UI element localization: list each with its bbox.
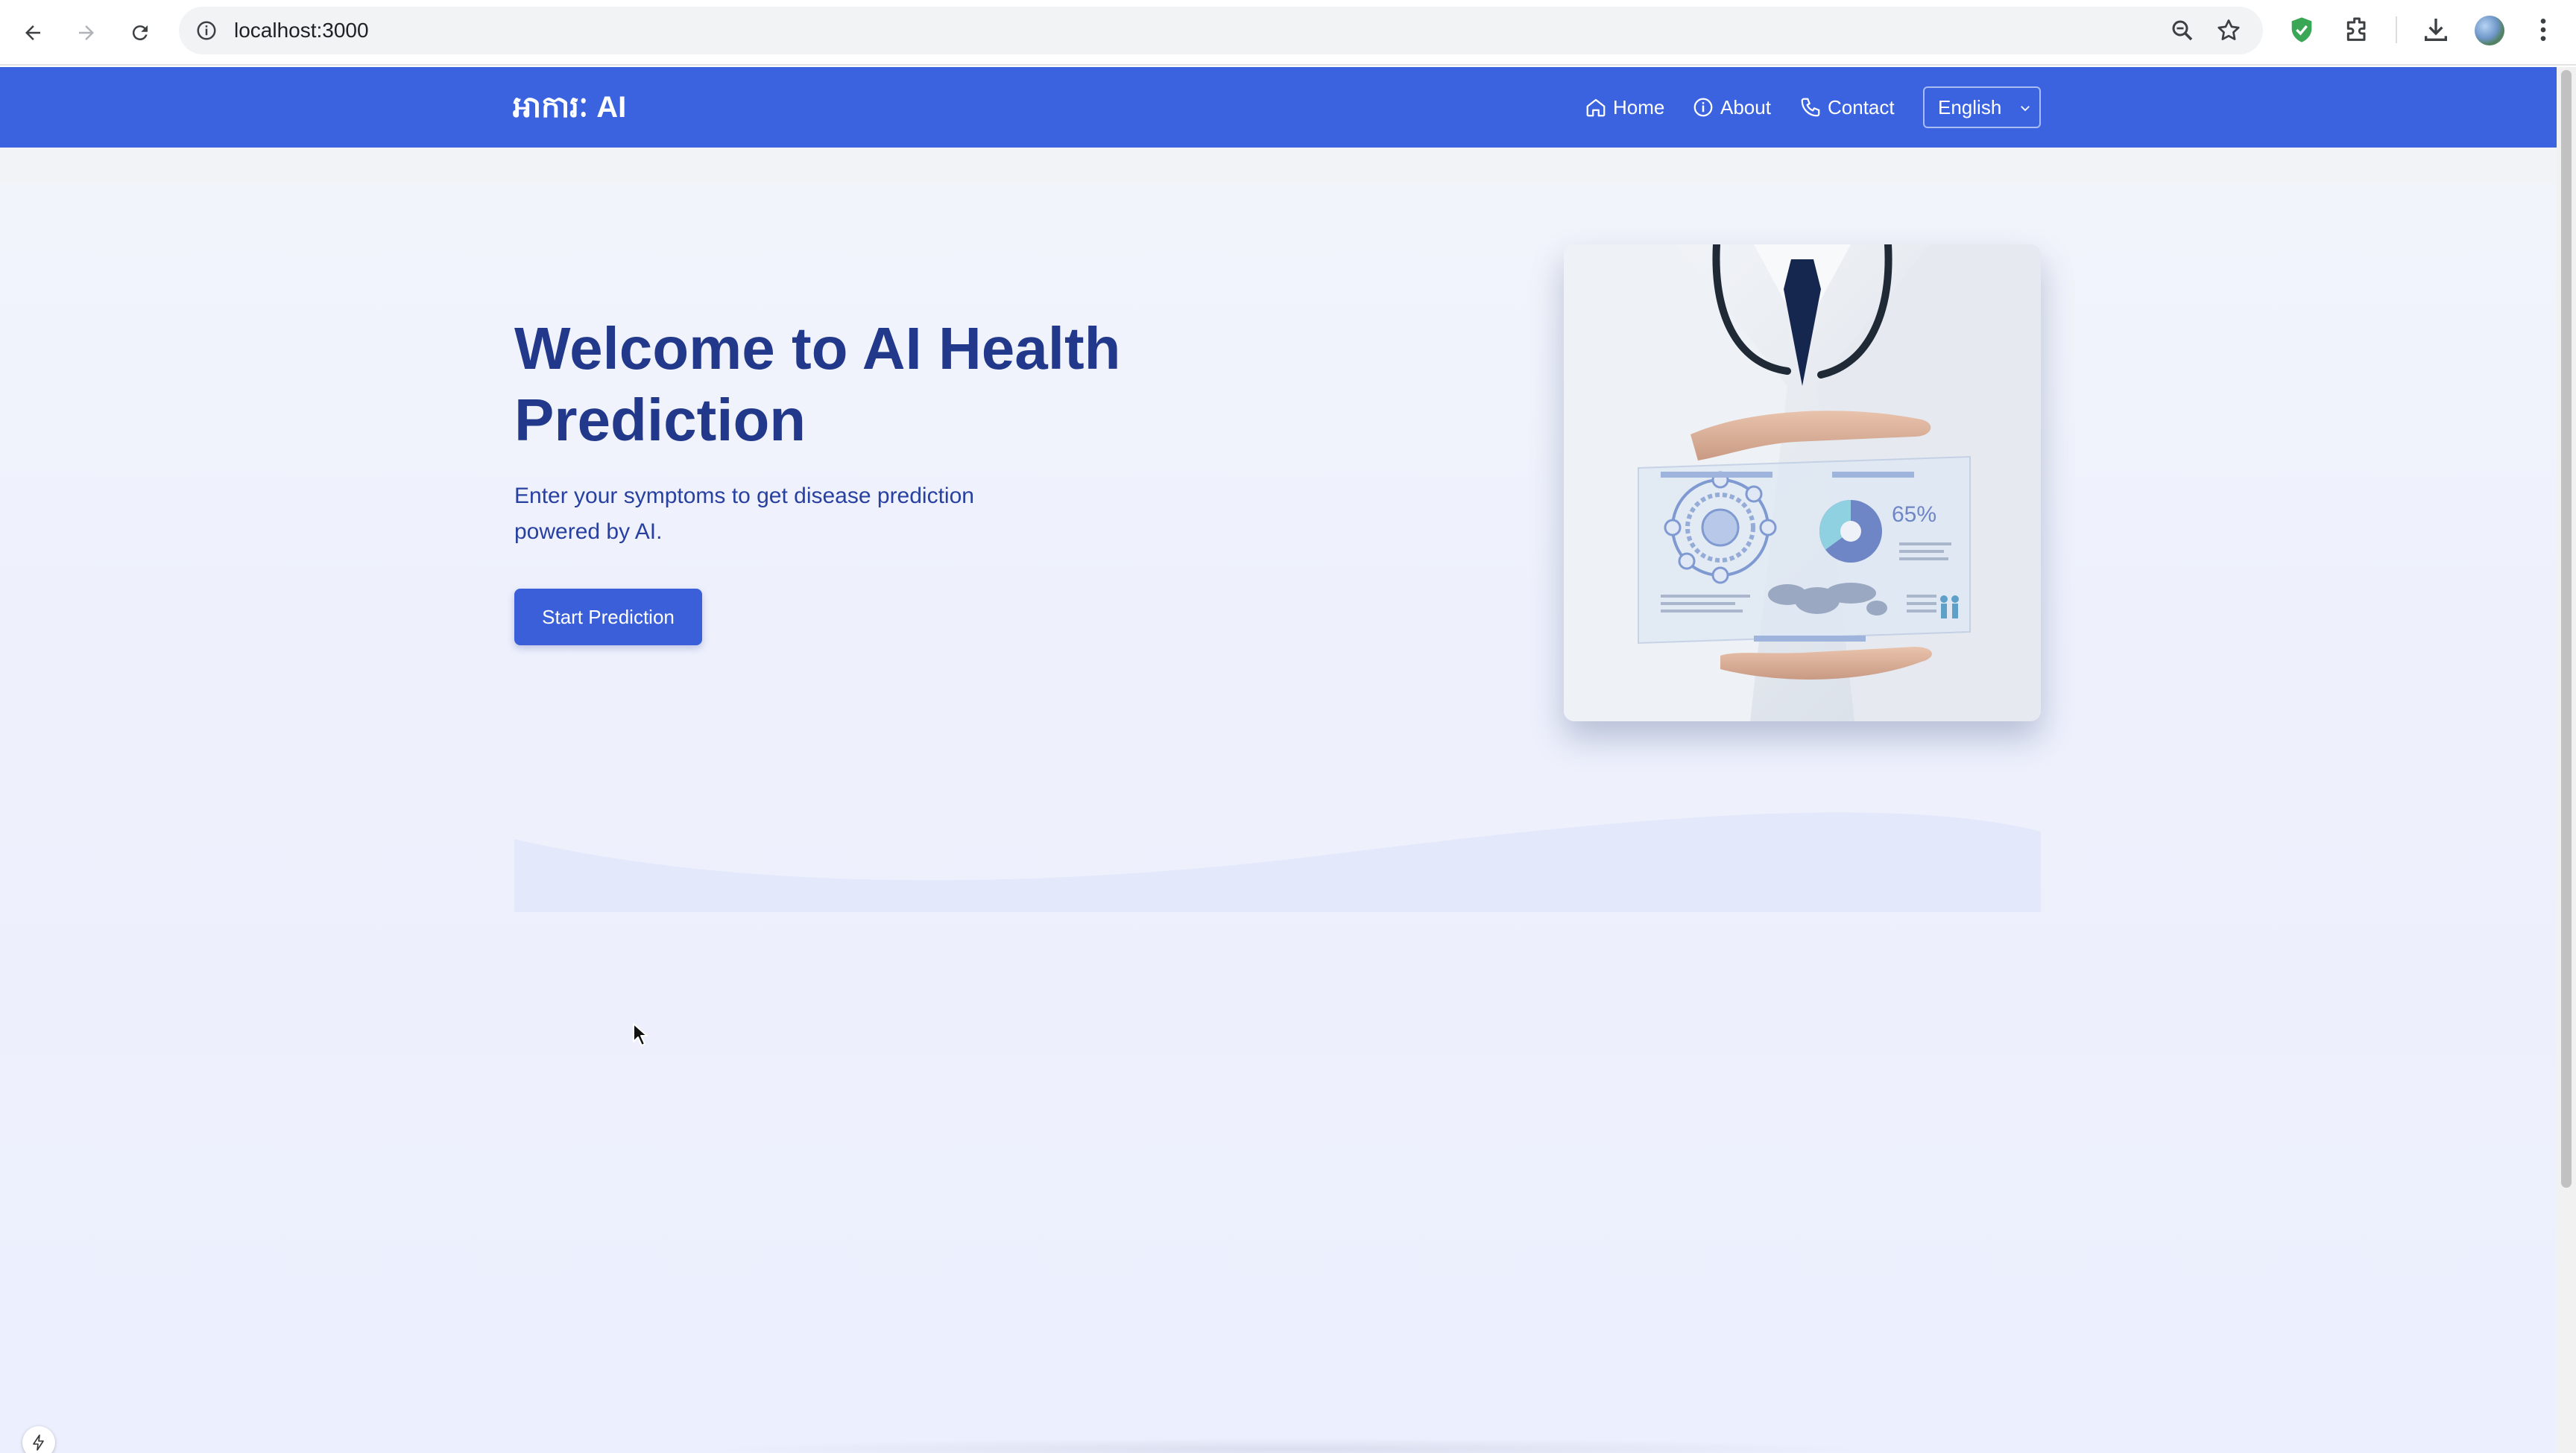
hero-subtitle: Enter your symptoms to get disease predi… xyxy=(514,484,974,544)
nav-home-label: Home xyxy=(1613,95,1665,118)
dev-tools-badge[interactable] xyxy=(22,1426,55,1453)
page-scrollbar[interactable] xyxy=(2557,67,2576,1453)
hologram-pie xyxy=(1819,500,1882,563)
puzzle-extension-icon[interactable] xyxy=(2342,15,2372,45)
phone-icon xyxy=(1801,98,1820,117)
reload-button[interactable] xyxy=(122,15,158,51)
hero-top-strip xyxy=(0,148,2557,183)
back-button[interactable] xyxy=(15,15,51,51)
download-icon[interactable] xyxy=(2421,15,2451,45)
url-text[interactable]: localhost:3000 xyxy=(234,7,369,54)
start-prediction-button[interactable]: Start Prediction xyxy=(514,589,702,645)
info-circle-icon xyxy=(1693,98,1713,117)
toolbar-divider xyxy=(2396,16,2397,43)
hero-title: Welcome to AI Health Prediction xyxy=(514,315,1121,453)
profile-avatar[interactable] xyxy=(2475,16,2504,45)
nav-home[interactable]: Home xyxy=(1585,67,1664,148)
zoom-icon[interactable] xyxy=(2169,17,2196,44)
nav-about-label: About xyxy=(1720,95,1771,118)
info-icon[interactable] xyxy=(195,19,218,42)
doctor-illustration: 65% xyxy=(1564,244,2041,721)
arrow-right-icon xyxy=(79,25,94,40)
address-bar[interactable]: localhost:3000 xyxy=(179,7,2263,54)
forward-button[interactable] xyxy=(69,15,104,51)
bolt-icon xyxy=(33,1434,44,1451)
nav-about[interactable]: About xyxy=(1692,67,1771,148)
shield-extension-icon[interactable] xyxy=(2287,15,2317,45)
nav-contact[interactable]: Contact xyxy=(1799,67,1895,148)
star-icon[interactable] xyxy=(2215,17,2242,44)
decorative-wave xyxy=(514,812,2041,912)
arrow-left-icon xyxy=(25,25,40,40)
section-shadow xyxy=(708,1438,1871,1453)
site-header: អាការៈ AI Home About Contact English xyxy=(0,67,2557,148)
page-viewport: អាការៈ AI Home About Contact English Wel… xyxy=(0,67,2557,1453)
chevron-down-icon xyxy=(2021,106,2030,112)
site-logo[interactable]: អាការៈ AI xyxy=(513,67,626,148)
kebab-menu-icon[interactable] xyxy=(2528,15,2558,45)
reload-icon xyxy=(132,25,148,41)
nav-contact-label: Contact xyxy=(1828,95,1895,118)
language-select[interactable]: English xyxy=(1923,86,2041,128)
language-selected-value: English xyxy=(1938,96,2002,118)
home-icon xyxy=(1586,98,1606,117)
browser-toolbar: localhost:3000 xyxy=(0,0,2576,66)
mouse-cursor-icon xyxy=(633,1023,648,1046)
hologram-stat: 65% xyxy=(1892,502,1936,527)
scrollbar-thumb[interactable] xyxy=(2561,70,2572,1188)
hero-doctor-image: 65% xyxy=(1564,244,2041,721)
